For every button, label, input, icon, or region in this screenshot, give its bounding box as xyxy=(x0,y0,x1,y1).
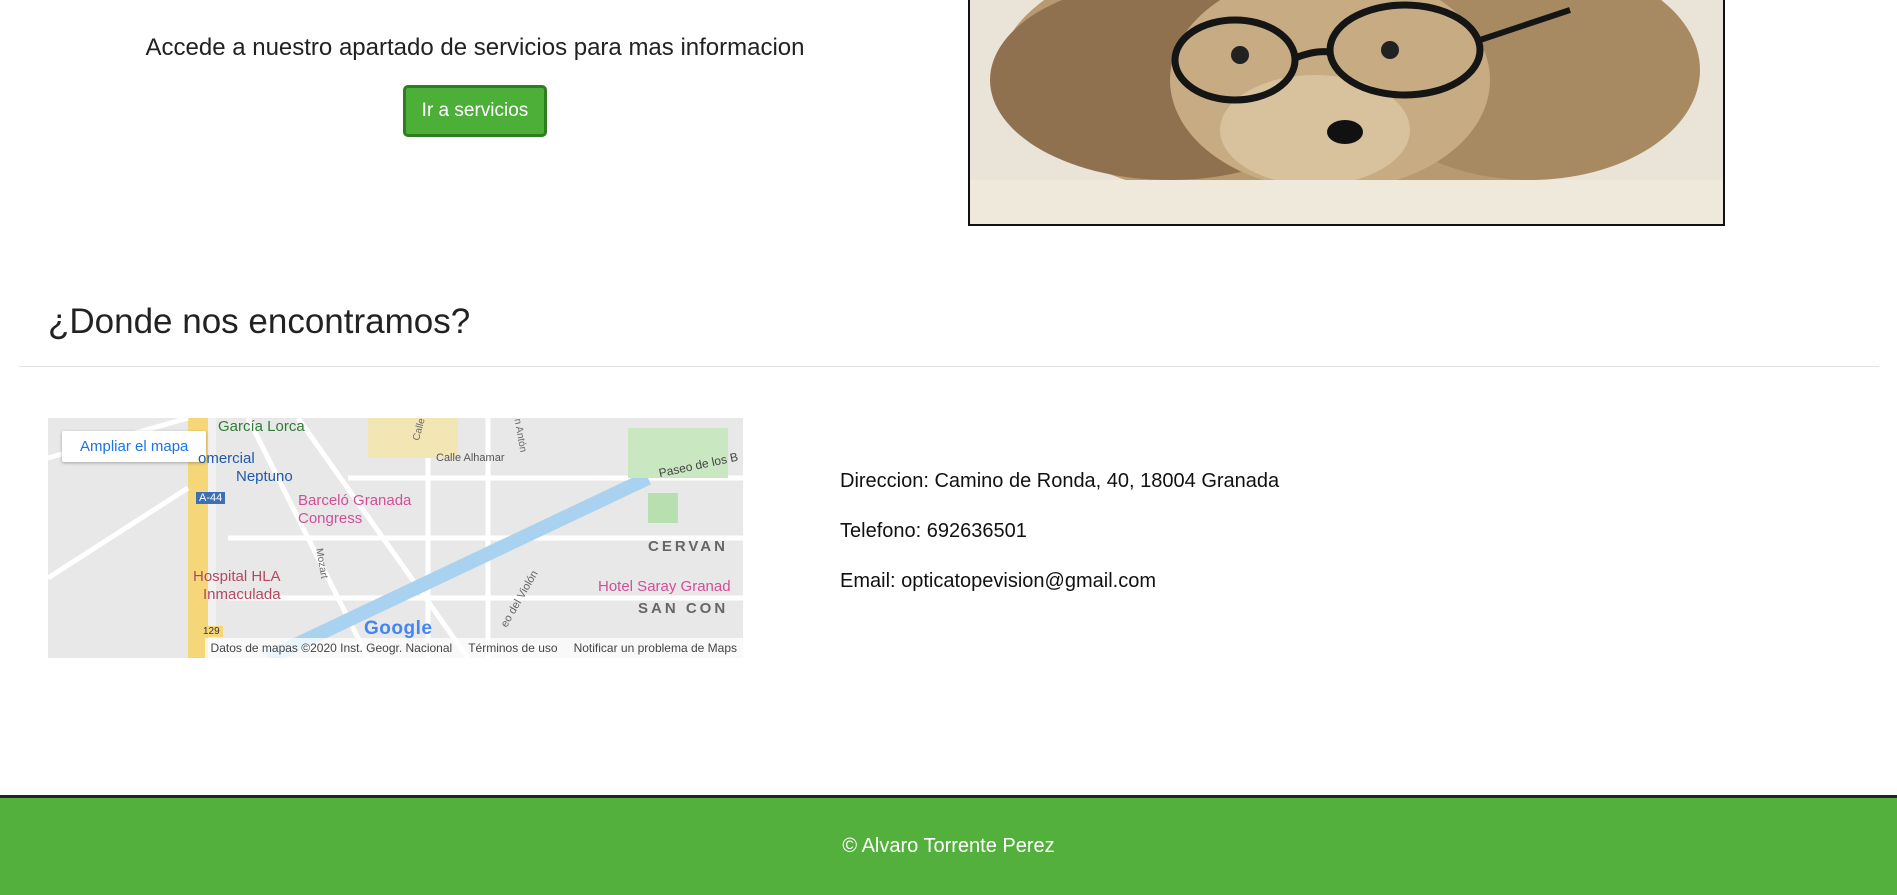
dog-illustration xyxy=(970,0,1723,224)
map-report-link[interactable]: Notificar un problema de Maps xyxy=(574,641,737,655)
map-label: SAN CON xyxy=(638,600,729,617)
map-label: CERVAN xyxy=(648,538,728,555)
google-map[interactable]: Ampliar el mapa García Lorca omercial Ne… xyxy=(48,418,743,658)
section-divider xyxy=(19,366,1879,367)
address-text: Direccion: Camino de Ronda, 40, 18004 Gr… xyxy=(840,470,1280,492)
map-label: Barceló Granada xyxy=(298,492,412,509)
expand-map-button[interactable]: Ampliar el mapa xyxy=(62,431,207,462)
dog-with-glasses-image xyxy=(968,0,1725,226)
map-data-credit: Datos de mapas ©2020 Inst. Geogr. Nacion… xyxy=(210,641,453,655)
map-label: Neptuno xyxy=(236,468,293,485)
google-logo: Google xyxy=(364,618,433,639)
map-label: Calle Alhamar xyxy=(436,452,505,464)
map-label: Hospital HLA xyxy=(193,568,281,585)
map-label: García Lorca xyxy=(218,418,305,435)
email-text: Email: opticatopevision@gmail.com xyxy=(840,570,1156,592)
services-button[interactable]: Ir a servicios xyxy=(402,85,548,137)
services-text: Accede a nuestro apartado de servicios p… xyxy=(145,34,805,61)
map-terms-link[interactable]: Términos de uso xyxy=(468,641,557,655)
services-section: Accede a nuestro apartado de servicios p… xyxy=(40,0,910,137)
page-footer: © Alvaro Torrente Perez xyxy=(0,795,1897,895)
map-label: Congress xyxy=(298,510,363,527)
map-label: Hotel Saray Granad xyxy=(598,578,731,595)
map-label: Inmaculada xyxy=(203,586,281,603)
map-label: omercial xyxy=(198,450,255,467)
map-attribution-bar: Datos de mapas ©2020 Inst. Geogr. Nacion… xyxy=(204,638,743,658)
contact-info: Direccion: Camino de Ronda, 40, 18004 Gr… xyxy=(840,470,1279,620)
copyright-text: © Alvaro Torrente Perez xyxy=(842,835,1055,857)
map-label: A-44 xyxy=(196,492,226,504)
phone-text: Telefono: 692636501 xyxy=(840,520,1027,542)
map-label: 129 xyxy=(200,626,223,637)
location-title: ¿Donde nos encontramos? xyxy=(48,302,471,341)
